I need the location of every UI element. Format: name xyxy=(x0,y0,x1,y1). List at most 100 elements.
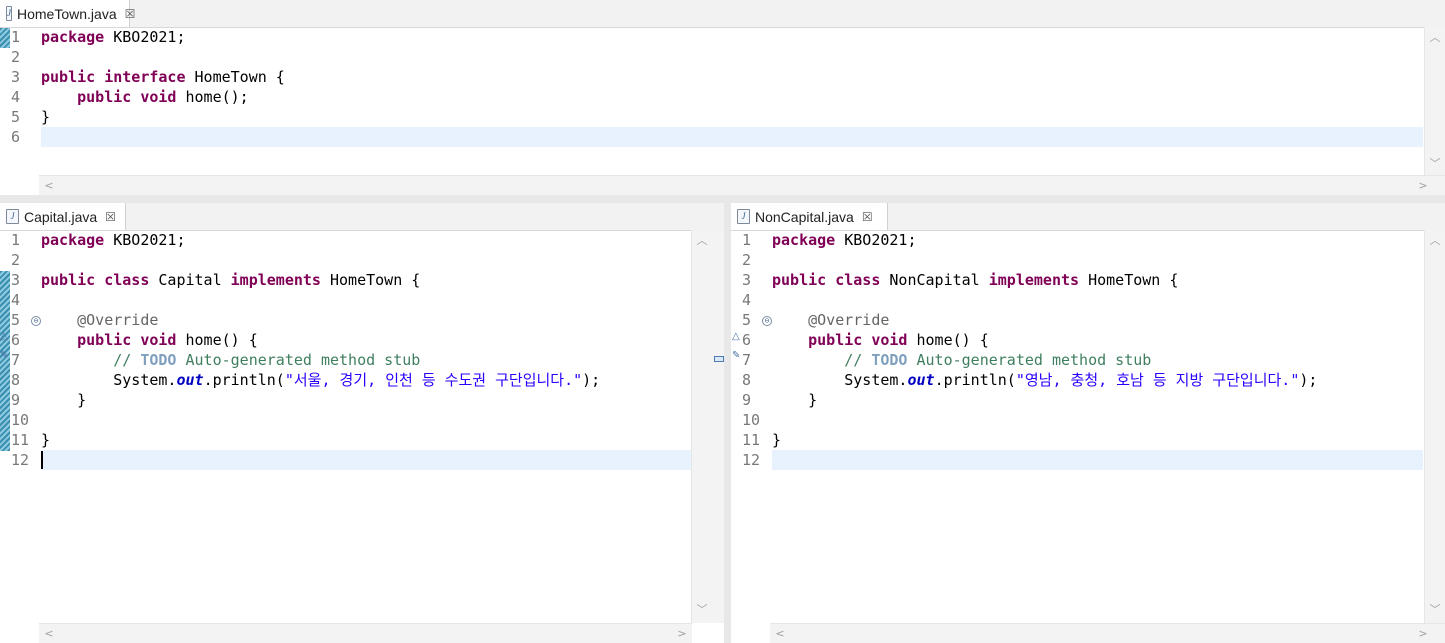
keyword: public xyxy=(77,88,132,106)
line-number: 9 xyxy=(11,391,21,409)
keyword: class xyxy=(835,271,881,289)
scroll-right-icon[interactable]: > xyxy=(672,627,692,640)
editor-pane-capital: J Capital.java ☒ △ ✎ 1 2 3 4 5 ⊖ 6 7 8 9… xyxy=(0,203,724,643)
line-number: 1 xyxy=(11,28,21,46)
code-line: } xyxy=(41,107,1423,127)
code-text: } xyxy=(41,108,51,126)
horizontal-scrollbar[interactable]: < > xyxy=(770,623,1445,643)
keyword: public xyxy=(41,271,96,289)
code-text: } xyxy=(772,391,818,409)
scroll-down-icon[interactable]: ﹀ xyxy=(1425,155,1445,171)
scroll-down-icon[interactable]: ﹀ xyxy=(1425,601,1445,617)
code-text: System. xyxy=(113,371,177,389)
code-line: public interface HomeTown { xyxy=(41,67,1423,87)
static-field: out xyxy=(907,371,935,389)
static-field: out xyxy=(176,371,204,389)
editor-pane-noncapital: J NonCapital.java ☒ △ ✎ 1 2 3 4 5 ⊖ 6 7 … xyxy=(731,203,1445,643)
line-number-gutter: 1 2 3 4 5 ⊖ 6 7 8 9 10 11 12 xyxy=(11,230,41,643)
code-text: .println( xyxy=(934,371,1016,389)
keyword: public xyxy=(41,68,96,86)
code-line: public void home() { xyxy=(41,330,702,350)
annotation: @Override xyxy=(808,311,890,329)
code-line: @Override xyxy=(41,310,702,330)
scroll-up-icon[interactable]: ︿ xyxy=(1425,232,1445,248)
code-editor[interactable]: 1 2 3 4 5 6 package KBO2021; public inte… xyxy=(0,27,1445,195)
code-text: HomeTown { xyxy=(320,271,421,289)
line-number: 11 xyxy=(742,431,761,449)
tab-hometown-java[interactable]: J HomeTown.java ☒ xyxy=(0,0,135,27)
override-marker-icon: △ xyxy=(0,331,8,342)
line-number: 4 xyxy=(742,291,752,309)
scroll-up-icon[interactable]: ︿ xyxy=(1425,29,1445,45)
sash-marker-icon xyxy=(714,356,724,362)
keyword: void xyxy=(140,331,177,349)
tab-label: NonCapital.java xyxy=(755,208,854,225)
line-number: 2 xyxy=(742,251,752,269)
line-number: 11 xyxy=(11,431,30,449)
code-area[interactable]: package KBO2021; public class NonCapital… xyxy=(772,230,1423,623)
line-number: 10 xyxy=(742,411,761,429)
close-icon[interactable]: ☒ xyxy=(105,210,116,224)
line-number: 7 xyxy=(742,351,752,369)
close-icon[interactable]: ☒ xyxy=(862,210,873,224)
code-area[interactable]: package KBO2021; public class Capital im… xyxy=(41,230,702,623)
string-literal: "서울, 경기, 인천 등 수도권 구단입니다." xyxy=(284,371,583,389)
tab-bar: J HomeTown.java ☒ xyxy=(0,0,1445,28)
line-number: 9 xyxy=(742,391,752,409)
current-line-highlight xyxy=(41,450,702,470)
code-text: KBO2021; xyxy=(835,231,917,249)
scroll-left-icon[interactable]: < xyxy=(39,627,59,640)
fold-icon[interactable]: ⊖ xyxy=(762,316,772,326)
code-line: package KBO2021; xyxy=(772,230,1423,250)
close-icon[interactable]: ☒ xyxy=(125,7,136,21)
scroll-left-icon[interactable]: < xyxy=(39,179,59,192)
keyword: package xyxy=(41,231,105,249)
vertical-scrollbar[interactable]: ︿ ﹀ xyxy=(691,230,724,623)
horizontal-scrollbar[interactable]: < > xyxy=(39,623,692,643)
horizontal-scrollbar[interactable]: < > xyxy=(39,175,1445,195)
code-text: home(); xyxy=(176,88,249,106)
line-number: 4 xyxy=(11,291,21,309)
vertical-scrollbar[interactable]: ︿ ﹀ xyxy=(1424,27,1445,175)
scroll-right-icon[interactable]: > xyxy=(1413,179,1433,192)
line-number: 8 xyxy=(742,371,752,389)
code-text: System. xyxy=(844,371,908,389)
code-line: } xyxy=(41,390,702,410)
keyword: void xyxy=(871,331,908,349)
keyword: class xyxy=(104,271,150,289)
code-editor[interactable]: △ ✎ 1 2 3 4 5 ⊖ 6 7 8 9 10 11 12 package… xyxy=(731,230,1445,643)
java-file-icon: J xyxy=(6,6,12,21)
fold-icon[interactable]: ⊖ xyxy=(31,316,41,326)
scroll-right-icon[interactable]: > xyxy=(1413,627,1433,640)
line-number: 6 xyxy=(742,331,752,349)
tab-label: HomeTown.java xyxy=(17,5,117,22)
code-text: home() { xyxy=(907,331,989,349)
code-area[interactable]: package KBO2021; public interface HomeTo… xyxy=(41,27,1423,175)
comment: // xyxy=(113,351,141,369)
vertical-scrollbar[interactable]: ︿ ﹀ xyxy=(1424,230,1445,623)
change-marker xyxy=(0,271,10,451)
keyword: implements xyxy=(988,271,1080,289)
line-number-gutter: 1 2 3 4 5 6 xyxy=(11,27,39,195)
todo-tag: TODO xyxy=(140,351,177,369)
string-literal: "영남, 충청, 호남 등 지방 구단입니다." xyxy=(1015,371,1300,389)
tab-bar: J NonCapital.java ☒ xyxy=(731,203,1445,231)
overview-ruler-left: △ ✎ xyxy=(0,230,11,643)
scroll-left-icon[interactable]: < xyxy=(770,627,790,640)
keyword: public xyxy=(772,271,827,289)
code-editor[interactable]: △ ✎ 1 2 3 4 5 ⊖ 6 7 8 9 10 11 12 package… xyxy=(0,230,724,643)
tab-capital-java[interactable]: J Capital.java ☒ xyxy=(0,203,126,230)
line-number: 8 xyxy=(11,371,21,389)
task-marker-icon: ✎ xyxy=(0,350,9,361)
code-line: System.out.println("서울, 경기, 인천 등 수도권 구단입… xyxy=(41,370,702,390)
scroll-up-icon[interactable]: ︿ xyxy=(692,232,712,248)
tab-noncapital-java[interactable]: J NonCapital.java ☒ xyxy=(731,203,888,230)
code-text: Capital xyxy=(149,271,231,289)
scroll-down-icon[interactable]: ﹀ xyxy=(692,601,712,617)
